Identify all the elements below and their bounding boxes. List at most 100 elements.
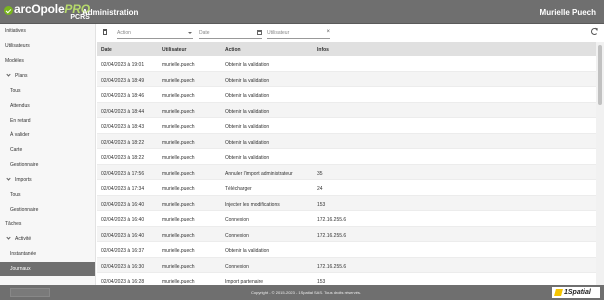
logo-text: arcOpolePRO PCRS bbox=[14, 3, 90, 21]
sidebar-item-utilisateurs[interactable]: Utilisateurs bbox=[5, 43, 30, 49]
sidebar-item-a-valider[interactable]: À valider bbox=[10, 132, 29, 138]
cell-utilisateur: murielle.puech bbox=[162, 232, 195, 239]
cell-action: Obtenir la validation bbox=[225, 124, 270, 130]
sidebar-item-attendus[interactable]: Attendus bbox=[10, 103, 30, 109]
table-header: Date Utilisateur Action Infos bbox=[97, 42, 596, 56]
table-row[interactable]: 02/04/2023 à 18:22 murielle.puech Obtenir … bbox=[97, 149, 596, 165]
cell-utilisateur: murielle.puech bbox=[162, 263, 195, 270]
cell-date: 02/04/2023 à 18:22 bbox=[101, 139, 145, 146]
scrollbar[interactable] bbox=[596, 42, 604, 285]
cell-date: 02/04/2023 à 16:40 bbox=[101, 232, 145, 239]
table-row[interactable]: 02/04/2023 à 18:22 murielle.puech Obtenir … bbox=[97, 133, 596, 149]
table-row[interactable]: 02/04/2023 à 16:37 murielle.puech Obtenir … bbox=[97, 242, 596, 258]
page-title: Administration bbox=[82, 8, 139, 17]
sidebar-item-taches[interactable]: Tâches bbox=[5, 221, 21, 227]
table-row[interactable]: 02/04/2023 à 18:43 murielle.puech Obtenir … bbox=[97, 118, 596, 134]
cell-infos: 172.16.255.6 bbox=[317, 263, 347, 270]
table-row[interactable]: 02/04/2023 à 17:34 murielle.puech Téléchar… bbox=[97, 180, 596, 196]
cell-infos: 172.16.255.6 bbox=[317, 217, 347, 223]
cell-date: 02/04/2023 à 19:01 bbox=[101, 62, 145, 68]
cell-utilisateur: murielle.puech bbox=[162, 170, 195, 177]
cell-action: Annuler l'import administrateur bbox=[225, 170, 293, 177]
sidebar-item-journaux[interactable]: Journaux bbox=[0, 262, 95, 276]
table-row[interactable]: 02/04/2023 à 19:01 murielle.puech Obtenir … bbox=[97, 56, 596, 72]
sidebar-item-plans-tous[interactable]: Tous bbox=[10, 88, 21, 94]
brand-text: 1Spatial bbox=[564, 289, 591, 296]
cell-infos: 35 bbox=[317, 170, 323, 177]
cell-date: 02/04/2023 à 18:49 bbox=[101, 77, 145, 84]
trash-icon[interactable] bbox=[103, 29, 107, 35]
table-row[interactable]: 02/04/2023 à 18:44 murielle.puech Obtenir … bbox=[97, 102, 596, 118]
sidebar-item-instantanee[interactable]: Instantanée bbox=[10, 251, 36, 257]
cell-utilisateur: murielle.puech bbox=[162, 93, 195, 99]
sidebar-item-plans-gestionnaire[interactable]: Gestionnaire bbox=[10, 162, 38, 168]
cell-utilisateur: murielle.puech bbox=[162, 62, 195, 68]
sidebar-item-initiatives[interactable]: Initiatives bbox=[5, 28, 26, 34]
column-header-action[interactable]: Action bbox=[225, 47, 241, 53]
cell-action: Télécharger bbox=[225, 186, 252, 192]
cell-action: Injecter les modifications bbox=[225, 201, 280, 208]
cell-date: 02/04/2023 à 17:56 bbox=[101, 170, 145, 177]
cell-date: 02/04/2023 à 18:44 bbox=[101, 108, 145, 115]
sidebar-item-carte[interactable]: Carte bbox=[10, 147, 22, 153]
sidebar-group-activite[interactable]: Activité bbox=[6, 235, 31, 242]
cell-action: Connexion bbox=[225, 263, 249, 270]
top-bar: arcOpolePRO PCRS Administration Murielle… bbox=[0, 0, 604, 24]
table-row[interactable]: 02/04/2023 à 16:40 murielle.puech Connexio… bbox=[97, 211, 596, 227]
table-row[interactable]: 02/04/2023 à 16:30 murielle.puech Connexio… bbox=[97, 257, 596, 273]
cell-date: 02/04/2023 à 18:22 bbox=[101, 155, 145, 161]
user-filter[interactable]: Utilisateur × bbox=[267, 27, 330, 39]
cell-action: Connexion bbox=[225, 232, 249, 239]
cell-date: 02/04/2023 à 16:30 bbox=[101, 263, 145, 270]
scrollbar-thumb[interactable] bbox=[598, 45, 602, 105]
sidebar-group-plans[interactable]: Plans bbox=[6, 72, 28, 79]
logo-check-icon bbox=[4, 6, 13, 15]
chevron-down-icon bbox=[6, 176, 11, 181]
cell-utilisateur: murielle.puech bbox=[162, 248, 195, 254]
cell-date: 02/04/2023 à 16:40 bbox=[101, 217, 145, 223]
table-row[interactable]: 02/04/2023 à 16:40 murielle.puech Connexio… bbox=[97, 226, 596, 242]
cell-action: Obtenir la validation bbox=[225, 248, 270, 254]
sidebar-item-imports-tous[interactable]: Tous bbox=[10, 192, 21, 198]
arcopole-logo[interactable]: arcOpolePRO PCRS bbox=[4, 3, 90, 21]
cell-date: 02/04/2023 à 18:46 bbox=[101, 93, 145, 99]
cell-infos: 24 bbox=[317, 186, 323, 192]
user-menu[interactable]: Murielle Puech bbox=[540, 8, 596, 17]
calendar-icon[interactable] bbox=[257, 30, 262, 35]
date-filter[interactable]: Date bbox=[199, 27, 262, 39]
cell-date: 02/04/2023 à 18:43 bbox=[101, 124, 145, 130]
table-row[interactable]: 02/04/2023 à 18:46 murielle.puech Obtenir … bbox=[97, 87, 596, 103]
table-row[interactable]: 02/04/2023 à 18:49 murielle.puech Obtenir … bbox=[97, 71, 596, 87]
footer: Copyright - © 2015-2023 - 1Spatial SAS. … bbox=[0, 285, 604, 300]
cell-infos: 172.16.255.6 bbox=[317, 232, 347, 239]
cell-utilisateur: murielle.puech bbox=[162, 217, 195, 223]
table-row[interactable]: 02/04/2023 à 16:40 murielle.puech Injecter… bbox=[97, 195, 596, 211]
refresh-icon[interactable] bbox=[591, 28, 598, 35]
column-header-infos[interactable]: Infos bbox=[317, 47, 329, 53]
logo-sub: PCRS bbox=[70, 14, 90, 21]
1spatial-logo[interactable]: 1Spatial bbox=[552, 287, 600, 298]
brand-mark-icon bbox=[554, 289, 563, 296]
table-row[interactable]: 02/04/2023 à 16:28 murielle.puech Import p… bbox=[97, 273, 596, 285]
cell-date: 02/04/2023 à 16:40 bbox=[101, 201, 145, 208]
sidebar-item-en-retard[interactable]: En retard bbox=[10, 118, 31, 124]
sidebar-item-modeles[interactable]: Modèles bbox=[5, 58, 24, 64]
cell-action: Obtenir la validation bbox=[225, 62, 270, 68]
cell-action: Obtenir la validation bbox=[225, 139, 270, 146]
cell-utilisateur: murielle.puech bbox=[162, 139, 195, 146]
sidebar-item-imports-gestionnaire[interactable]: Gestionnaire bbox=[10, 207, 38, 213]
cell-utilisateur: murielle.puech bbox=[162, 108, 195, 115]
cell-utilisateur: murielle.puech bbox=[162, 186, 195, 192]
close-icon[interactable]: × bbox=[326, 29, 330, 35]
sidebar-group-imports[interactable]: Imports bbox=[6, 176, 32, 183]
cell-action: Obtenir la validation bbox=[225, 93, 270, 99]
action-filter-placeholder: Action bbox=[117, 30, 131, 36]
table-row[interactable]: 02/04/2023 à 17:56 murielle.puech Annuler … bbox=[97, 164, 596, 180]
cell-action: Connexion bbox=[225, 217, 249, 223]
footer-field[interactable] bbox=[10, 288, 50, 297]
action-filter[interactable]: Action bbox=[117, 27, 193, 39]
cell-utilisateur: murielle.puech bbox=[162, 155, 195, 161]
column-header-date[interactable]: Date bbox=[101, 47, 112, 53]
column-header-utilisateur[interactable]: Utilisateur bbox=[162, 47, 186, 53]
sidebar-group-label: Plans bbox=[15, 73, 28, 79]
